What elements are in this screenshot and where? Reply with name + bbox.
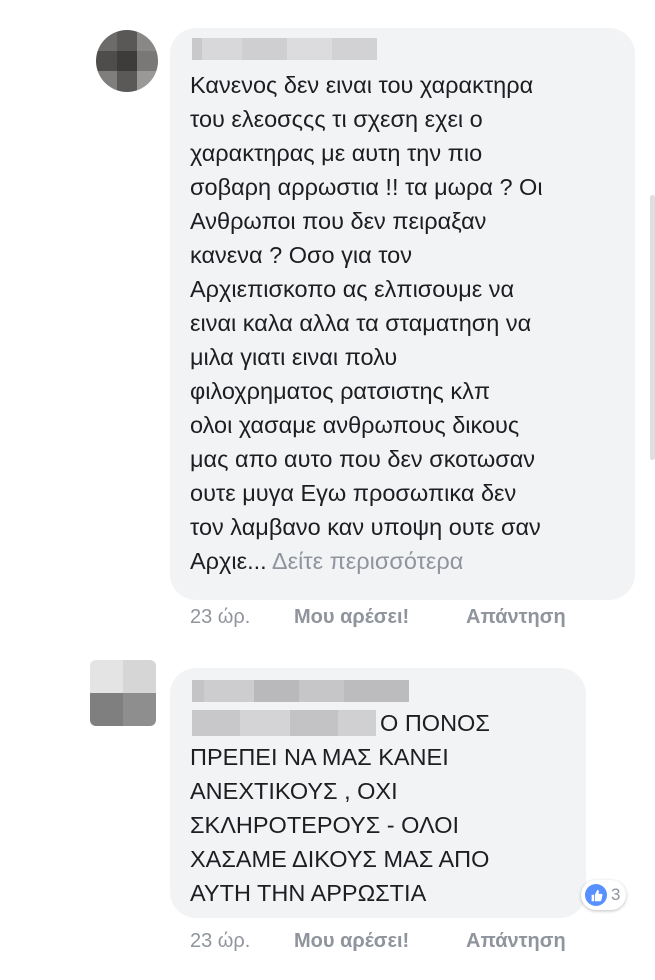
like-reaction-icon: [585, 884, 607, 906]
avatar[interactable]: [96, 30, 158, 92]
like-button[interactable]: Μου αρέσει!: [294, 606, 466, 629]
timestamp[interactable]: 23 ώρ.: [190, 606, 294, 629]
comment-1: Κανενος δεν ειναι του χαρακτηρα του ελεο…: [0, 0, 655, 650]
avatar[interactable]: [90, 660, 156, 726]
comment-bubble: Κανενος δεν ειναι του χαρακτηρα του ελεο…: [170, 28, 635, 600]
reaction-count: 3: [611, 885, 621, 904]
author-name-redacted[interactable]: [192, 680, 409, 702]
see-more-link[interactable]: Δείτε περισσότερα: [272, 548, 463, 574]
scroll-edge[interactable]: [650, 195, 655, 460]
reply-button[interactable]: Απάντηση: [466, 930, 566, 953]
comment-text: Κανενος δεν ειναι του χαρακτηρα του ελεο…: [190, 72, 543, 574]
comment-bubble: Ο ΠΟΝΟΣ ΠΡΕΠΕΙ ΝΑ ΜΑΣ ΚΑΝΕΙ ΑΝΕΧΤΙΚΟΥΣ ,…: [170, 668, 586, 918]
reply-button[interactable]: Απάντηση: [466, 606, 566, 629]
timestamp[interactable]: 23 ώρ.: [190, 930, 294, 953]
like-button[interactable]: Μου αρέσει!: [294, 930, 466, 953]
reaction-summary[interactable]: 3: [581, 880, 627, 910]
comment-actions: 23 ώρ. Μου αρέσει! Απάντηση: [190, 930, 566, 953]
comment-text: Ο ΠΟΝΟΣ ΠΡΕΠΕΙ ΝΑ ΜΑΣ ΚΑΝΕΙ ΑΝΕΧΤΙΚΟΥΣ ,…: [190, 710, 490, 906]
comment-actions: 23 ώρ. Μου αρέσει! Απάντηση: [190, 606, 566, 629]
comment-2: Ο ΠΟΝΟΣ ΠΡΕΠΕΙ ΝΑ ΜΑΣ ΚΑΝΕΙ ΑΝΕΧΤΙΚΟΥΣ ,…: [0, 650, 655, 980]
author-name-redacted[interactable]: [192, 38, 377, 60]
